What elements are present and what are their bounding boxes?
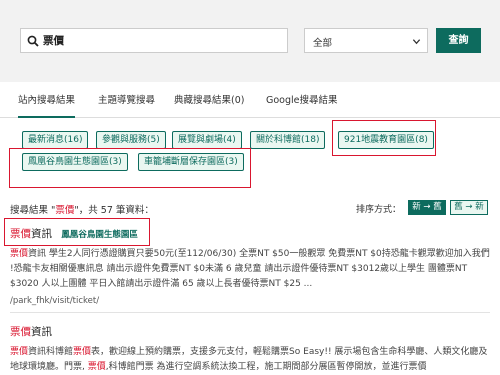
search-icon (27, 35, 39, 47)
result-snippet: 票價資訊 學生2人同行憑證購買只要50元(至112/06/30) 全票NT $5… (10, 249, 490, 289)
summary-keyword: 票價 (55, 205, 75, 216)
search-field[interactable] (20, 28, 288, 53)
result-title-link[interactable]: 票價資訊 鳳凰谷鳥園生態園區 (10, 226, 490, 241)
search-bar: 全部 查詢 (0, 0, 500, 82)
divider (10, 312, 490, 313)
result-snippet: 票價資訊科博館票價表，歡迎線上預約購票，支援多元支付，輕鬆購票So Easy!!… (10, 347, 488, 372)
result-url[interactable]: /park_fhk/visit/ticket/ (10, 296, 490, 306)
search-button[interactable]: 查詢 (436, 28, 481, 53)
tab-google-results[interactable]: Google搜尋結果 (266, 94, 338, 118)
search-input[interactable] (43, 29, 283, 52)
highlight-box-park-chips (9, 148, 251, 188)
highlight-box-921-park (332, 120, 436, 156)
tab-site-results[interactable]: 站內搜尋結果 (18, 94, 76, 118)
category-chip-visit[interactable]: 參觀與服務(5) (96, 131, 166, 149)
result-category-tag[interactable]: 鳳凰谷鳥園生態園區 (61, 230, 138, 240)
scope-select-value: 全部 (313, 38, 333, 49)
result-summary: 搜尋結果 "票價"，共 57 筆資料： (10, 205, 154, 216)
tab-collection-results[interactable]: 典藏搜尋結果(0) (174, 94, 244, 118)
sort-new-to-old-button[interactable]: 新 → 舊 (408, 200, 446, 215)
sort-old-to-new-button[interactable]: 舊 → 新 (450, 200, 488, 215)
chevron-down-icon (412, 39, 421, 45)
sort-label: 排序方式： (356, 205, 402, 215)
category-chip-about[interactable]: 關於科博館(18) (250, 131, 326, 149)
category-chip-exhibitions[interactable]: 展覽與劇場(4) (172, 131, 242, 149)
scope-select[interactable]: 全部 (304, 28, 428, 53)
result-item: 票價資訊 鳳凰谷鳥園生態園區 票價資訊 學生2人同行憑證購買只要50元(至112… (10, 226, 490, 306)
search-tabs: 站內搜尋結果 主題導覽搜尋 典藏搜尋結果(0) Google搜尋結果 (0, 90, 500, 118)
category-chip-news[interactable]: 最新消息(16) (22, 131, 89, 149)
result-title-link[interactable]: 票價資訊 (10, 324, 490, 339)
tab-topic-guide[interactable]: 主題導覽搜尋 (98, 94, 155, 118)
result-item: 票價資訊 票價資訊科博館票價表，歡迎線上預約購票，支援多元支付，輕鬆購票So E… (10, 324, 490, 375)
